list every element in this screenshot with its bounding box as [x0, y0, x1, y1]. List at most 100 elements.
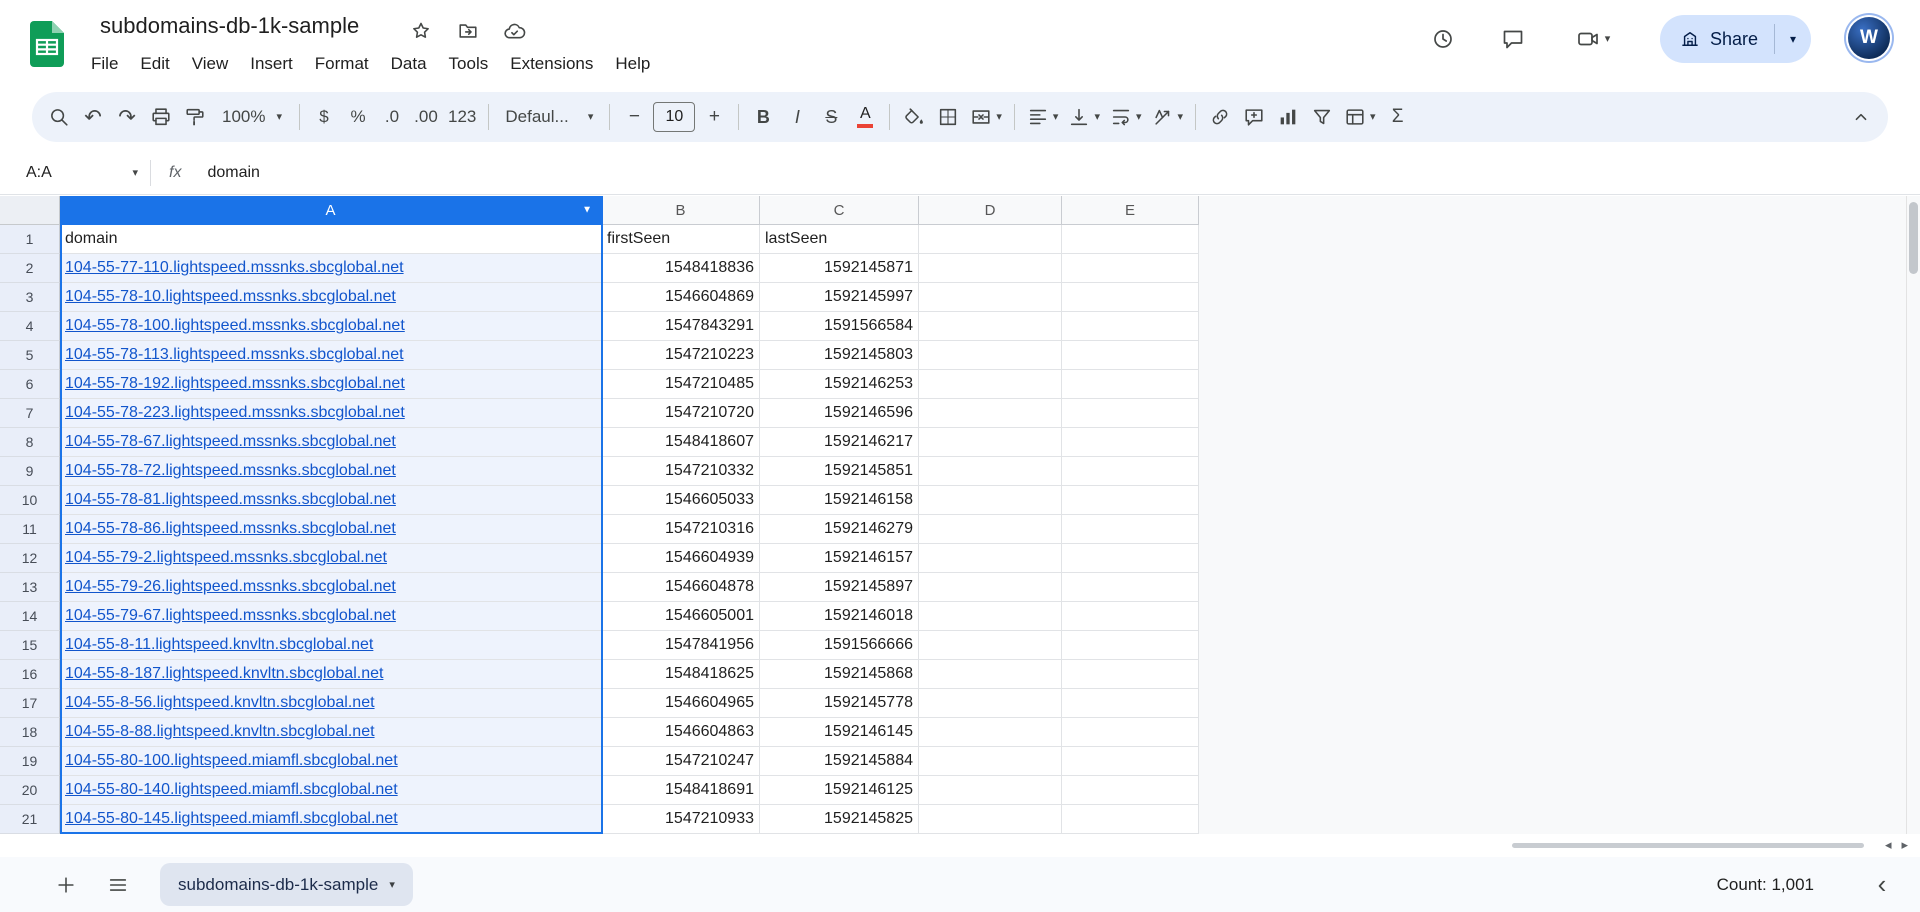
menu-tools[interactable]: Tools [438, 47, 500, 80]
meet-dropdown-caret[interactable]: ▾ [1605, 34, 1611, 45]
vertical-scrollbar-thumb[interactable] [1909, 202, 1918, 274]
cell-C17[interactable]: 1592145778 [760, 689, 919, 718]
cell-D16[interactable] [919, 660, 1062, 689]
column-menu-caret-icon[interactable]: ▼ [582, 205, 592, 216]
cell-A14[interactable]: 104-55-79-67.lightspeed.mssnks.sbcglobal… [60, 602, 602, 631]
cell-D15[interactable] [919, 631, 1062, 660]
cell-C3[interactable]: 1592145997 [760, 283, 919, 312]
insert-comment-button[interactable] [1237, 98, 1271, 136]
menu-insert[interactable]: Insert [239, 47, 304, 80]
cell-C5[interactable]: 1592145803 [760, 341, 919, 370]
cell-E20[interactable] [1062, 776, 1199, 805]
bold-button[interactable]: B [746, 98, 780, 136]
menu-help[interactable]: Help [604, 47, 661, 80]
cell-B10[interactable]: 1546605033 [602, 486, 760, 515]
row-header-16[interactable]: 16 [0, 660, 60, 689]
text-color-button[interactable]: A [848, 98, 882, 136]
insert-link-button[interactable] [1203, 98, 1237, 136]
cell-D14[interactable] [919, 602, 1062, 631]
domain-link[interactable]: 104-55-78-223.lightspeed.mssnks.sbcgloba… [65, 404, 405, 422]
paint-format-button[interactable] [178, 98, 212, 136]
decrease-decimal-button[interactable]: .0 [375, 98, 409, 136]
cell-B9[interactable]: 1547210332 [602, 457, 760, 486]
domain-link[interactable]: 104-55-78-72.lightspeed.mssnks.sbcglobal… [65, 462, 396, 480]
domain-link[interactable]: 104-55-80-140.lightspeed.miamfl.sbcgloba… [65, 781, 398, 799]
collapse-toolbar-button[interactable] [1844, 98, 1878, 136]
cell-D4[interactable] [919, 312, 1062, 341]
cell-C21[interactable]: 1592145825 [760, 805, 919, 834]
search-button[interactable] [42, 98, 76, 136]
row-header-7[interactable]: 7 [0, 399, 60, 428]
cell-C12[interactable]: 1592146157 [760, 544, 919, 573]
cell-C19[interactable]: 1592145884 [760, 747, 919, 776]
cell-D13[interactable] [919, 573, 1062, 602]
column-header-A[interactable]: A▼ [60, 196, 602, 225]
cell-E11[interactable] [1062, 515, 1199, 544]
cell-C11[interactable]: 1592146279 [760, 515, 919, 544]
cell-A16[interactable]: 104-55-8-187.lightspeed.knvltn.sbcglobal… [60, 660, 602, 689]
cell-B3[interactable]: 1546604869 [602, 283, 760, 312]
sheets-logo[interactable] [28, 20, 66, 68]
cell-D6[interactable] [919, 370, 1062, 399]
domain-link[interactable]: 104-55-77-110.lightspeed.mssnks.sbcgloba… [65, 259, 404, 277]
cell-E19[interactable] [1062, 747, 1199, 776]
redo-button[interactable]: ↷ [110, 98, 144, 136]
name-box[interactable]: A:A ▾ [0, 164, 150, 182]
cell-B19[interactable]: 1547210247 [602, 747, 760, 776]
row-header-8[interactable]: 8 [0, 428, 60, 457]
select-all-corner[interactable] [0, 196, 60, 225]
menu-extensions[interactable]: Extensions [499, 47, 604, 80]
cell-D1[interactable] [919, 225, 1062, 254]
cell-A21[interactable]: 104-55-80-145.lightspeed.miamfl.sbcgloba… [60, 805, 602, 834]
cell-D2[interactable] [919, 254, 1062, 283]
cell-E1[interactable] [1062, 225, 1199, 254]
fill-color-button[interactable] [897, 98, 931, 136]
row-header-14[interactable]: 14 [0, 602, 60, 631]
cloud-status-button[interactable] [499, 16, 529, 46]
cell-C7[interactable]: 1592146596 [760, 399, 919, 428]
domain-link[interactable]: 104-55-79-67.lightspeed.mssnks.sbcglobal… [65, 607, 396, 625]
cell-E8[interactable] [1062, 428, 1199, 457]
row-header-21[interactable]: 21 [0, 805, 60, 834]
cell-D10[interactable] [919, 486, 1062, 515]
domain-link[interactable]: 104-55-78-86.lightspeed.mssnks.sbcglobal… [65, 520, 396, 538]
cell-D20[interactable] [919, 776, 1062, 805]
row-header-13[interactable]: 13 [0, 573, 60, 602]
cell-C9[interactable]: 1592145851 [760, 457, 919, 486]
cell-A7[interactable]: 104-55-78-223.lightspeed.mssnks.sbcgloba… [60, 399, 602, 428]
cell-E16[interactable] [1062, 660, 1199, 689]
cell-A19[interactable]: 104-55-80-100.lightspeed.miamfl.sbcgloba… [60, 747, 602, 776]
cell-B6[interactable]: 1547210485 [602, 370, 760, 399]
cell-D21[interactable] [919, 805, 1062, 834]
column-header-C[interactable]: C [760, 196, 919, 225]
domain-link[interactable]: 104-55-8-88.lightspeed.knvltn.sbcglobal.… [65, 723, 375, 741]
version-history-button[interactable] [1418, 14, 1468, 64]
table-views-button[interactable]: ▾ [1339, 98, 1381, 136]
domain-link[interactable]: 104-55-78-192.lightspeed.mssnks.sbcgloba… [65, 375, 405, 393]
sheet-tab-caret-icon[interactable]: ▾ [389, 878, 395, 891]
cell-A10[interactable]: 104-55-78-81.lightspeed.mssnks.sbcglobal… [60, 486, 602, 515]
cell-E10[interactable] [1062, 486, 1199, 515]
formula-input[interactable]: domain [207, 164, 259, 182]
cell-C14[interactable]: 1592146018 [760, 602, 919, 631]
cell-E4[interactable] [1062, 312, 1199, 341]
number-format-button[interactable]: 123 [443, 98, 481, 136]
create-filter-button[interactable] [1305, 98, 1339, 136]
insert-chart-button[interactable] [1271, 98, 1305, 136]
cell-E18[interactable] [1062, 718, 1199, 747]
comments-button[interactable] [1488, 14, 1538, 64]
row-header-1[interactable]: 1 [0, 225, 60, 254]
cell-E21[interactable] [1062, 805, 1199, 834]
cell-C8[interactable]: 1592146217 [760, 428, 919, 457]
cell-E13[interactable] [1062, 573, 1199, 602]
row-header-11[interactable]: 11 [0, 515, 60, 544]
cell-B7[interactable]: 1547210720 [602, 399, 760, 428]
cell-B18[interactable]: 1546604863 [602, 718, 760, 747]
undo-button[interactable]: ↶ [76, 98, 110, 136]
row-header-2[interactable]: 2 [0, 254, 60, 283]
cell-B8[interactable]: 1548418607 [602, 428, 760, 457]
cell-A11[interactable]: 104-55-78-86.lightspeed.mssnks.sbcglobal… [60, 515, 602, 544]
cell-B20[interactable]: 1548418691 [602, 776, 760, 805]
vertical-scrollbar[interactable] [1906, 196, 1920, 834]
cell-A15[interactable]: 104-55-8-11.lightspeed.knvltn.sbcglobal.… [60, 631, 602, 660]
